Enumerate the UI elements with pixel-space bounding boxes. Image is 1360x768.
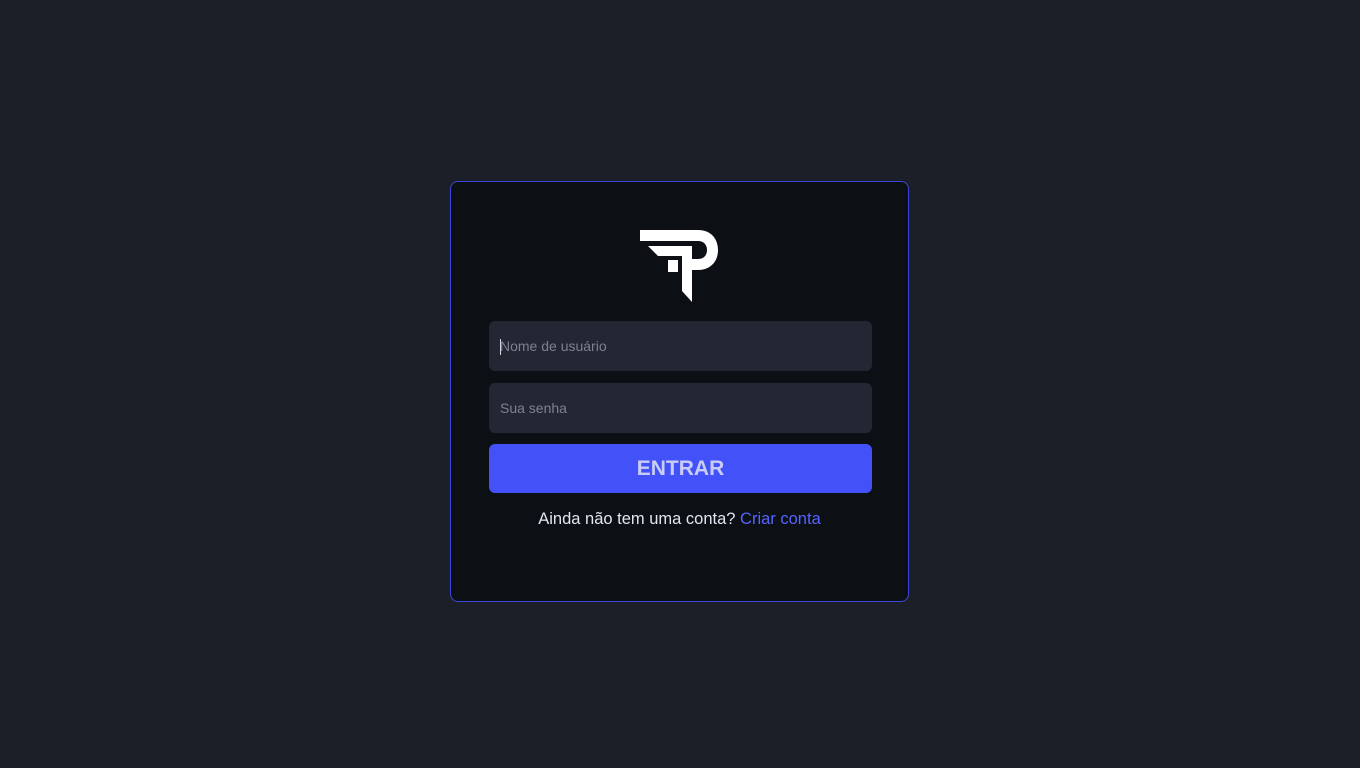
signup-prompt-text: Ainda não tem uma conta?: [538, 510, 736, 528]
password-input[interactable]: [489, 383, 872, 433]
login-button[interactable]: ENTRAR: [489, 444, 872, 493]
text-caret: [500, 339, 501, 355]
create-account-link[interactable]: Criar conta: [740, 510, 821, 528]
tp-logo-icon: [640, 230, 718, 302]
username-input[interactable]: [489, 321, 872, 371]
login-card: ENTRAR Ainda não tem uma conta? Criar co…: [450, 181, 909, 602]
signup-prompt: Ainda não tem uma conta? Criar conta: [451, 510, 908, 529]
